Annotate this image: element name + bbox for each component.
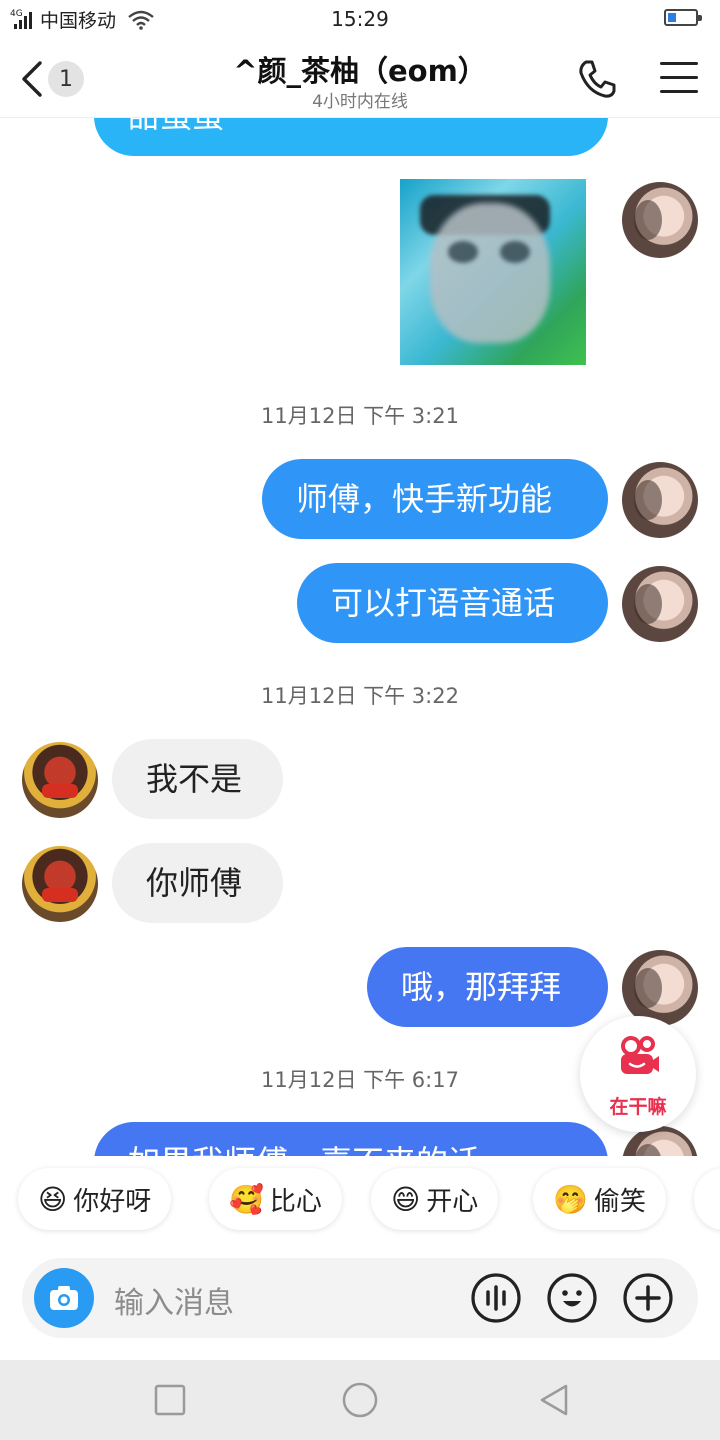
message-input-bar: 输入消息 — [22, 1258, 698, 1338]
voice-icon[interactable] — [470, 1272, 522, 1324]
clock: 15:29 — [331, 7, 389, 31]
heart-eyes-emoji-icon: 🥰 — [229, 1182, 264, 1216]
floating-label: 在干嘛 — [609, 1096, 667, 1118]
menu-icon[interactable] — [660, 62, 698, 96]
quick-reply-chip[interactable]: 😆 你好呀 — [18, 1168, 172, 1230]
contact-avatar[interactable] — [22, 846, 98, 922]
message-bubble-out[interactable]: 哦，那拜拜 — [367, 947, 608, 1027]
back-button[interactable]: 1 — [18, 56, 90, 102]
online-status: 4小时内在线 — [312, 92, 408, 112]
sticker-image[interactable] — [400, 179, 586, 365]
quick-reply-chip[interactable]: 🥰 比心 — [209, 1168, 342, 1230]
giggle-emoji-icon: 🤭 — [553, 1182, 588, 1216]
message-list[interactable]: 甜蛋蛋 11月12日 下午 3:21 师傅，快手新功能 可以打语音通话 11月1… — [0, 118, 720, 1156]
circle-icon[interactable] — [340, 1380, 380, 1420]
my-avatar[interactable] — [622, 462, 698, 538]
quick-reply-chip[interactable]: 😄 开心 — [371, 1168, 499, 1230]
phone-icon[interactable] — [576, 58, 618, 100]
laughing-emoji-icon: 😆 — [38, 1182, 68, 1216]
grin-emoji-icon: 😄 — [391, 1182, 421, 1216]
back-icon — [22, 61, 42, 97]
quick-reply-chip[interactable]: 🤭 偷笑 — [533, 1168, 666, 1230]
message-bubble-in[interactable]: 我不是 — [112, 739, 283, 819]
camera-icon — [50, 1286, 78, 1310]
timestamp: 11月12日 下午 3:22 — [261, 684, 459, 708]
plus-icon[interactable] — [622, 1272, 674, 1324]
message-bubble-out[interactable]: 可以打语音通话 — [297, 563, 608, 643]
triangle-back-icon[interactable] — [536, 1382, 572, 1418]
message-bubble-partial[interactable]: 甜蛋蛋 — [94, 118, 608, 156]
quick-reply-bar: 😆 你好呀 🥰 比心 😄 开心 🤭 偷笑 — [0, 1156, 720, 1246]
message-bubble-out[interactable]: 如果我师傅，喜不来的话 — [94, 1122, 608, 1156]
message-input[interactable]: 输入消息 — [114, 1278, 234, 1322]
chat-header: 1 ^颜_茶柚（eom） 4小时内在线 — [0, 40, 720, 118]
what-are-you-doing-button[interactable]: 在干嘛 — [580, 1016, 696, 1132]
emoji-icon[interactable] — [546, 1272, 598, 1324]
quick-reply-chip-partial[interactable] — [694, 1168, 720, 1230]
my-avatar[interactable] — [622, 182, 698, 258]
status-bar: 4G 中国移动 15:29 — [0, 0, 720, 40]
camera-button[interactable] — [34, 1268, 94, 1328]
camera-logo-icon — [621, 1036, 659, 1074]
my-avatar[interactable] — [622, 566, 698, 642]
timestamp: 11月12日 下午 3:21 — [261, 404, 459, 428]
battery-icon — [664, 9, 702, 26]
system-nav-bar — [0, 1360, 720, 1440]
message-bubble-in[interactable]: 你师傅 — [112, 843, 283, 923]
contact-name: ^颜_茶柚（eom） — [233, 54, 487, 88]
square-icon[interactable] — [152, 1382, 188, 1418]
message-bubble-out[interactable]: 师傅，快手新功能 — [262, 459, 608, 539]
contact-avatar[interactable] — [22, 742, 98, 818]
my-avatar[interactable] — [622, 950, 698, 1026]
unread-badge: 1 — [48, 61, 84, 97]
